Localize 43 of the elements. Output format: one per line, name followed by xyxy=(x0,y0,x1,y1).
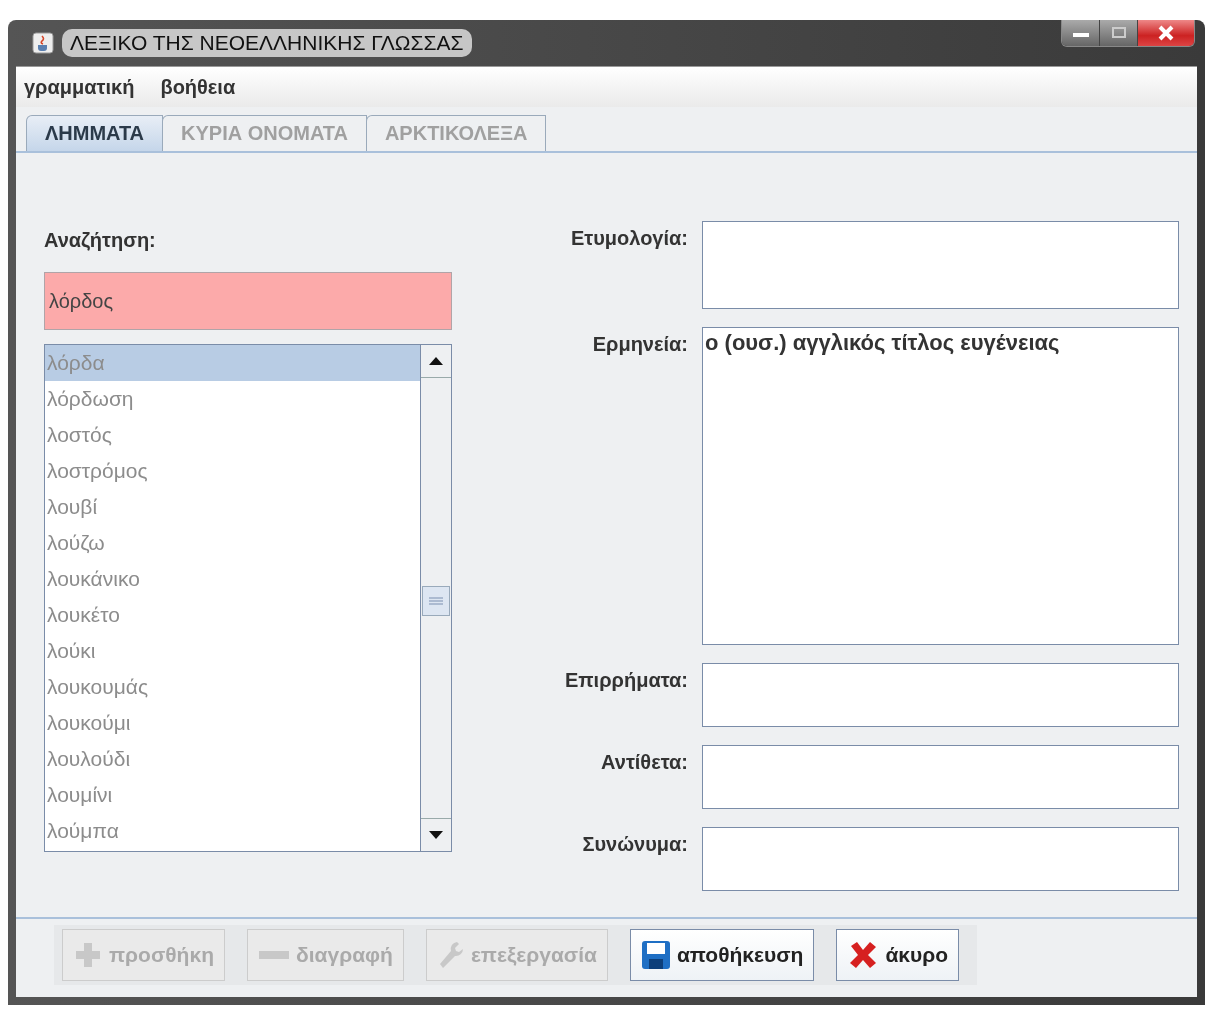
toolbar-button[interactable]: αποθήκευση xyxy=(629,929,815,981)
grip-icon xyxy=(427,596,445,606)
list-item[interactable]: λουμίνι xyxy=(45,777,420,813)
scroll-thumb[interactable] xyxy=(422,586,450,616)
list-item[interactable]: λουλούδι xyxy=(45,741,420,777)
minimize-button[interactable] xyxy=(1062,20,1100,46)
list-item[interactable]: λούκι xyxy=(45,633,420,669)
text-area[interactable] xyxy=(702,663,1179,727)
list-item[interactable]: λοστός xyxy=(45,417,420,453)
list-item[interactable]: λουκάνικο xyxy=(45,561,420,597)
list-item[interactable]: λουκούμι xyxy=(45,705,420,741)
text-area[interactable] xyxy=(702,827,1179,891)
text-area[interactable] xyxy=(702,745,1179,809)
menu-item[interactable]: γραμματική xyxy=(24,75,135,99)
plus-icon xyxy=(73,940,103,970)
list-item[interactable]: λοστρόμος xyxy=(45,453,420,489)
minus-icon xyxy=(258,949,290,961)
close-icon xyxy=(1156,25,1176,41)
field-label: Ετυμολογία: xyxy=(569,226,688,251)
list-item[interactable]: λουβί xyxy=(45,489,420,525)
scrollbar[interactable] xyxy=(420,345,451,851)
field-label: Ερμηνεία: xyxy=(591,332,688,357)
tab[interactable]: ΑΡΚΤΙΚΟΛΕΞΑ xyxy=(365,115,547,151)
window-title: ΛΕΞΙΚΟ ΤΗΣ ΝΕΟΕΛΛΗΝΙΚΗΣ ΓΛΩΣΣΑΣ xyxy=(62,29,472,57)
search-field[interactable]: λόρδος xyxy=(44,272,452,330)
close-button[interactable] xyxy=(1138,20,1194,46)
cup-icon xyxy=(32,32,54,54)
field-label: Αντίθετα: xyxy=(600,750,688,775)
toolbar-button[interactable]: άκυρο xyxy=(836,929,960,981)
tab[interactable]: ΛΗΜΜΑΤΑ xyxy=(26,115,164,151)
list-item[interactable]: λούμπα xyxy=(45,813,420,849)
list-item[interactable]: λόρδα xyxy=(45,345,420,381)
list-item[interactable]: λούζω xyxy=(45,525,420,561)
list-item[interactable]: λουκουμάς xyxy=(45,669,420,705)
menu-item[interactable]: βοήθεια xyxy=(160,75,236,99)
list-item[interactable]: λουκέτο xyxy=(45,597,420,633)
list-item[interactable]: λόρδωση xyxy=(45,381,420,417)
field-label: Επιρρήματα: xyxy=(563,668,688,693)
field-label: Συνώνυμα: xyxy=(581,832,688,857)
maximize-button[interactable] xyxy=(1100,20,1138,46)
search-label: Αναζήτηση: xyxy=(44,229,157,252)
text-area[interactable] xyxy=(702,221,1179,309)
text-area[interactable]: ο (ουσ.) αγγλικός τίτλος ευγένειας xyxy=(702,327,1179,645)
